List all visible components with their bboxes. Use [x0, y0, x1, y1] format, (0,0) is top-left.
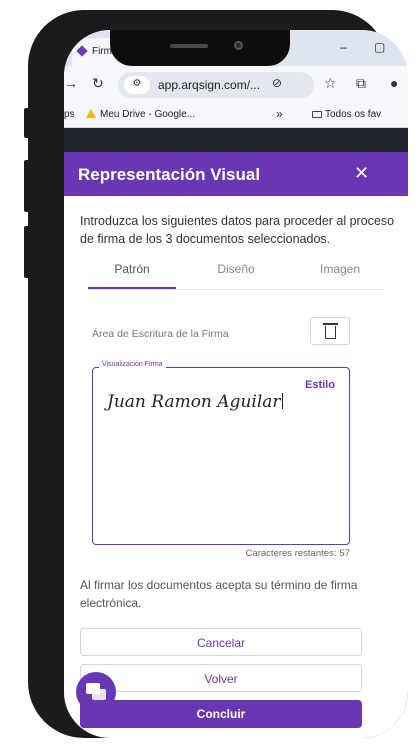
tab-diseno[interactable]: Diseño	[192, 254, 280, 290]
terms-notice: Al firmar los documentos acepta su térmi…	[80, 578, 358, 610]
finish-button[interactable]: Concluir	[80, 700, 362, 728]
tab-imagen-label: Imagen	[319, 262, 361, 276]
signature-input[interactable]: Visualización Firma Estilo Juan Ramon Ag…	[92, 361, 350, 545]
site-favicon-icon	[76, 45, 88, 57]
bookmark-prefix: ps	[64, 109, 75, 120]
browser-address-bar: → ↻ ⚙ app.arqsign.com/... ⊘ ☆ ⧉ ●	[64, 66, 408, 102]
phone-frame: Firma en Lot – ▢ → ↻ ⚙ app.arqsign.com/.…	[28, 10, 408, 738]
bookmark-drive[interactable]: Meu Drive - Google...	[86, 109, 195, 120]
minimize-icon[interactable]: –	[340, 40, 347, 54]
clear-signature-button[interactable]	[310, 317, 350, 345]
forward-arrow-icon[interactable]: →	[64, 75, 78, 91]
bookmark-drive-label: Meu Drive - Google...	[100, 109, 196, 120]
drive-icon	[86, 109, 96, 118]
url-field[interactable]: ⚙ app.arqsign.com/...	[118, 72, 314, 98]
folder-icon	[312, 111, 322, 118]
modal-header: Representación Visual ✕	[64, 152, 408, 196]
back-button[interactable]: Volver	[80, 664, 362, 692]
bookmarks-overflow-button[interactable]: »	[276, 107, 283, 121]
visual-representation-modal: Representación Visual ✕ Introduzca los s…	[64, 152, 408, 738]
bookmark-all-favorites[interactable]: Todos os fav	[312, 109, 381, 120]
tracking-off-icon[interactable]: ⊘	[272, 76, 282, 90]
maximize-icon[interactable]: ▢	[374, 40, 385, 54]
signature-field-legend: Visualización Firma	[99, 361, 166, 368]
trash-icon-lid	[323, 323, 338, 325]
chat-icon-bubble	[92, 689, 106, 700]
representation-tabs: Patrón Diseño Imagen	[88, 254, 384, 290]
active-tab-indicator	[88, 287, 176, 289]
remaining-characters: Caracteres restantes: 57	[244, 548, 350, 559]
tab-patron[interactable]: Patrón	[88, 254, 176, 290]
chat-button[interactable]	[76, 672, 116, 712]
signature-text-wrap: Juan Ramon Aguilar	[107, 392, 283, 412]
modal-title: Representación Visual	[78, 165, 261, 184]
phone-screen: Firma en Lot – ▢ → ↻ ⚙ app.arqsign.com/.…	[64, 30, 408, 738]
signature-style-button[interactable]: Estilo	[305, 379, 335, 391]
tab-imagen[interactable]: Imagen	[296, 254, 384, 290]
bookmarks-bar: ps Meu Drive - Google... » Todos os fav	[64, 102, 408, 128]
speaker-grille	[170, 44, 208, 48]
url-text: app.arqsign.com/...	[158, 78, 261, 92]
front-camera	[234, 41, 243, 50]
bookmark-all-favorites-label: Todos os fav	[325, 109, 382, 120]
signature-text: Juan Ramon Aguilar	[107, 392, 281, 412]
profile-icon[interactable]: ●	[390, 75, 398, 91]
extensions-icon[interactable]: ⧉	[356, 75, 366, 92]
signature-area-label: Área de Escritura de la Firma	[92, 328, 229, 340]
reload-icon[interactable]: ↻	[92, 75, 104, 92]
modal-intro-text: Introduzca los siguientes datos para pro…	[80, 214, 395, 246]
star-icon[interactable]: ☆	[324, 75, 337, 92]
cancel-button[interactable]: Cancelar	[80, 628, 362, 656]
trash-icon	[325, 326, 336, 339]
site-settings-icon[interactable]: ⚙	[124, 76, 150, 94]
phone-notch	[110, 30, 290, 66]
tab-patron-label: Patrón	[114, 262, 150, 276]
text-caret	[281, 393, 283, 409]
remaining-characters-count: 57	[339, 548, 350, 559]
tab-diseno-label: Diseño	[217, 262, 255, 276]
remaining-characters-label: Caracteres restantes:	[245, 548, 337, 559]
close-icon[interactable]: ✕	[354, 163, 369, 184]
